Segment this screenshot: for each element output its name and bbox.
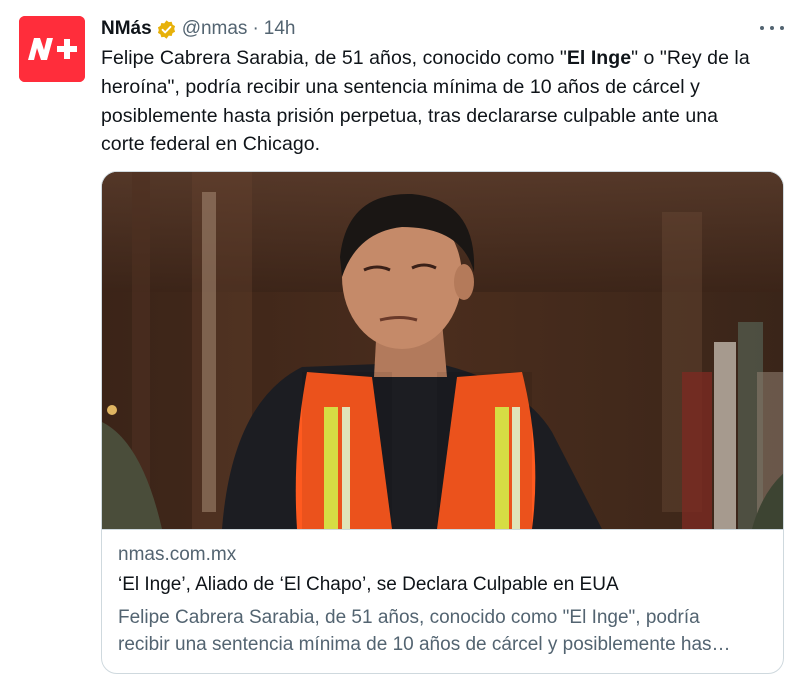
verified-badge-icon[interactable] bbox=[156, 19, 177, 40]
tweet-header: NMás @nmas · 14h bbox=[101, 15, 295, 43]
more-options-icon[interactable] bbox=[760, 18, 784, 38]
card-description: Felipe Cabrera Sarabia, de 51 años, cono… bbox=[118, 604, 773, 658]
tweet-text-line-3: posiblemente hasta prisión perpetua, tra… bbox=[101, 104, 719, 127]
card-description-line-2: recibir una sentencia mínima de 10 años … bbox=[118, 634, 731, 655]
card-title: ‘El Inge’, Aliado de ‘El Chapo’, se Decl… bbox=[118, 574, 619, 595]
card-image[interactable] bbox=[102, 172, 783, 529]
link-preview-card[interactable]: nmas.com.mx ‘El Inge’, Aliado de ‘El Cha… bbox=[101, 171, 784, 674]
highlight-el-inge: El Inge bbox=[566, 47, 632, 69]
card-text-area[interactable]: nmas.com.mx ‘El Inge’, Aliado de ‘El Cha… bbox=[102, 529, 783, 673]
news-photo bbox=[102, 172, 783, 529]
card-description-line-1: Felipe Cabrera Sarabia, de 51 años, cono… bbox=[118, 607, 700, 628]
card-domain: nmas.com.mx bbox=[118, 544, 237, 565]
author-handle[interactable]: @nmas bbox=[182, 18, 248, 40]
tweet-timestamp[interactable]: 14h bbox=[264, 18, 296, 40]
tweet-text-line-1: Felipe Cabrera Sarabia, de 51 años, cono… bbox=[101, 47, 750, 69]
avatar[interactable] bbox=[19, 16, 85, 82]
tweet-text-line-4: corte federal en Chicago. bbox=[101, 133, 321, 156]
author-display-name[interactable]: NMás bbox=[101, 18, 152, 40]
tweet-text: Felipe Cabrera Sarabia, de 51 años, cono… bbox=[101, 44, 781, 159]
tweet[interactable]: NMás @nmas · 14h Felipe Cabrera Sarabia,… bbox=[0, 0, 800, 679]
nmas-logo-icon bbox=[19, 16, 85, 82]
tweet-text-line-2: heroína", podría recibir una sentencia m… bbox=[101, 75, 700, 98]
header-separator: · bbox=[252, 18, 259, 39]
